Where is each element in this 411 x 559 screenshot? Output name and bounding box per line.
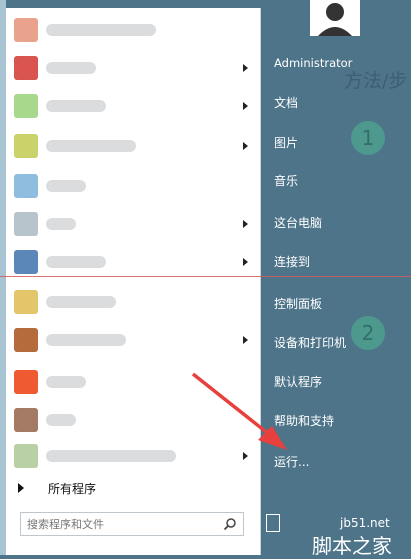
connect-to-link[interactable]: 连接到	[274, 253, 310, 270]
program-name-blurred	[46, 100, 106, 112]
step-1-badge: 1	[351, 121, 385, 155]
program-name-blurred	[46, 218, 76, 230]
user-name[interactable]: Administrator	[274, 56, 352, 70]
program-icon	[14, 290, 38, 314]
submenu-arrow-icon	[243, 336, 248, 344]
this-pc-link[interactable]: 这台电脑	[274, 214, 322, 231]
program-item[interactable]	[6, 206, 260, 242]
submenu-arrow-icon	[243, 258, 248, 266]
program-item[interactable]	[6, 88, 260, 124]
program-icon	[14, 212, 38, 236]
program-name-blurred	[46, 180, 86, 192]
program-name-blurred	[46, 450, 176, 462]
program-item[interactable]	[6, 438, 260, 474]
submenu-arrow-icon	[243, 142, 248, 150]
program-icon	[14, 56, 38, 80]
program-icon	[14, 94, 38, 118]
program-icon	[14, 174, 38, 198]
program-item[interactable]	[6, 364, 260, 400]
program-item[interactable]	[6, 402, 260, 438]
program-icon	[14, 18, 38, 42]
program-item[interactable]	[6, 50, 260, 86]
program-icon	[14, 328, 38, 352]
all-programs-label: 所有程序	[48, 482, 97, 496]
program-name-blurred	[46, 140, 136, 152]
search-icon[interactable]	[223, 517, 237, 531]
expand-triangle-icon	[18, 483, 24, 493]
program-icon	[14, 250, 38, 274]
program-item[interactable]	[6, 284, 260, 320]
program-icon	[14, 408, 38, 432]
default-programs-link[interactable]: 默认程序	[274, 373, 322, 390]
site-watermark: jb51.net 脚本之家	[312, 516, 392, 559]
program-item[interactable]	[6, 244, 260, 280]
program-icon	[14, 134, 38, 158]
submenu-arrow-icon	[243, 220, 248, 228]
run-link[interactable]: 运行...	[274, 453, 309, 470]
program-name-blurred	[46, 376, 86, 388]
program-item[interactable]	[6, 12, 260, 48]
search-input[interactable]	[27, 516, 217, 532]
all-programs-item[interactable]: 所有程序	[6, 476, 260, 500]
submenu-arrow-icon	[243, 102, 248, 110]
program-item[interactable]	[6, 168, 260, 204]
site-url-text: jb51.net	[340, 516, 390, 530]
method-heading-text: 方法/步	[344, 70, 408, 92]
documents-link[interactable]: 文档	[274, 94, 298, 111]
music-link[interactable]: 音乐	[274, 172, 298, 189]
program-name-blurred	[46, 296, 116, 308]
user-avatar-tile[interactable]	[310, 0, 360, 36]
program-name-blurred	[46, 256, 106, 268]
step-2-badge: 2	[351, 316, 385, 350]
program-item[interactable]	[6, 128, 260, 164]
program-name-blurred	[46, 62, 96, 74]
program-name-blurred	[46, 414, 76, 426]
program-list-panel: 所有程序	[6, 8, 261, 555]
help-support-link[interactable]: 帮助和支持	[274, 412, 334, 429]
user-avatar-icon	[318, 3, 352, 36]
devices-printers-link[interactable]: 设备和打印机	[274, 334, 346, 351]
program-name-blurred	[46, 24, 156, 36]
divider-line	[0, 276, 411, 277]
submenu-arrow-icon	[243, 452, 248, 460]
search-box[interactable]	[20, 512, 244, 536]
program-item[interactable]	[6, 322, 260, 358]
program-icon	[14, 444, 38, 468]
shutdown-button[interactable]	[266, 514, 280, 532]
control-panel-link[interactable]: 控制面板	[274, 295, 322, 312]
program-name-blurred	[46, 334, 126, 346]
program-icon	[14, 370, 38, 394]
submenu-arrow-icon	[243, 64, 248, 72]
pictures-link[interactable]: 图片	[274, 134, 298, 151]
